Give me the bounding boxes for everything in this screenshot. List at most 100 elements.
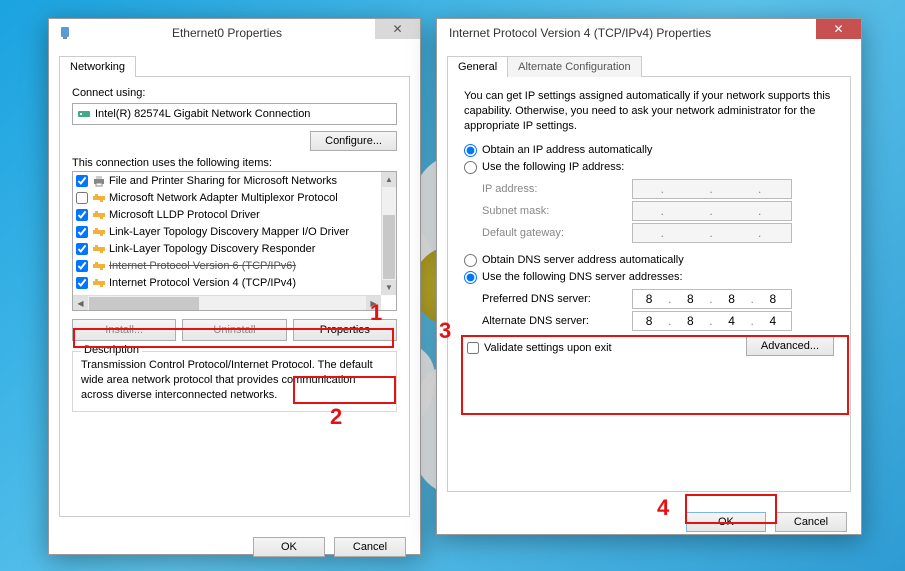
list-item-label: Microsoft Network Adapter Multiplexor Pr… — [109, 192, 338, 204]
list-item-checkbox[interactable] — [76, 260, 88, 272]
alternate-dns-input[interactable]: 8. 8. 4. 4 — [632, 311, 792, 331]
configure-button[interactable]: Configure... — [310, 131, 397, 151]
properties-button[interactable]: Properties — [293, 319, 397, 341]
tab-networking[interactable]: Networking — [59, 56, 136, 77]
list-item-label: File and Printer Sharing for Microsoft N… — [109, 175, 337, 187]
scroll-thumb-h[interactable] — [89, 297, 199, 310]
scroll-thumb[interactable] — [383, 215, 395, 279]
dns-octet: 4 — [728, 314, 737, 328]
advanced-button[interactable]: Advanced... — [746, 336, 834, 356]
ethernet-properties-dialog: Ethernet0 Properties ✕ Networking Connec… — [48, 18, 421, 555]
adapter-name: Intel(R) 82574L Gigabit Network Connecti… — [95, 108, 310, 120]
window-title: Ethernet0 Properties — [79, 26, 375, 40]
horizontal-scrollbar[interactable]: ◀ ▶ — [73, 295, 381, 310]
items-label: This connection uses the following items… — [72, 157, 397, 169]
ip-address-label: IP address: — [482, 183, 632, 195]
scroll-up-icon[interactable]: ▲ — [382, 172, 396, 187]
list-item-checkbox[interactable] — [76, 226, 88, 238]
tab-page-general: You can get IP settings assigned automat… — [447, 77, 851, 492]
list-item[interactable]: Microsoft Network Adapter Multiplexor Pr… — [73, 189, 381, 206]
ok-button[interactable]: OK — [686, 512, 766, 532]
list-item-checkbox[interactable] — [76, 175, 88, 187]
subnet-mask-label: Subnet mask: — [482, 205, 632, 217]
proto-icon — [92, 225, 106, 239]
radio-ip-manual[interactable]: Use the following IP address: — [464, 161, 834, 174]
radio-dns-auto[interactable]: Obtain DNS server address automatically — [464, 254, 834, 267]
proto-icon — [92, 191, 106, 205]
ipv4-properties-dialog: Internet Protocol Version 4 (TCP/IPv4) P… — [436, 18, 862, 535]
proto-icon — [92, 259, 106, 273]
dns-octet: 8 — [646, 314, 655, 328]
dns-octet: 8 — [646, 292, 655, 306]
alternate-dns-label: Alternate DNS server: — [482, 315, 632, 327]
description-text: Transmission Control Protocol/Internet P… — [81, 358, 388, 403]
validate-checkbox[interactable] — [467, 342, 479, 354]
radio-dns-manual-label: Use the following DNS server addresses: — [482, 271, 683, 283]
scroll-right-icon[interactable]: ▶ — [366, 296, 381, 311]
scroll-down-icon[interactable]: ▼ — [382, 280, 396, 295]
dns-octet: 8 — [687, 314, 696, 328]
list-item[interactable]: Internet Protocol Version 6 (TCP/IPv6) — [73, 257, 381, 274]
list-item-checkbox[interactable] — [76, 209, 88, 221]
titlebar[interactable]: Ethernet0 Properties ✕ — [49, 19, 420, 47]
dns-octet: 8 — [769, 292, 778, 306]
preferred-dns-input[interactable]: 8. 8. 8. 8 — [632, 289, 792, 309]
list-item-checkbox[interactable] — [76, 192, 88, 204]
adapter-icon — [57, 25, 73, 41]
dns-octet: 4 — [769, 314, 778, 328]
list-item-label: Link-Layer Topology Discovery Mapper I/O… — [109, 226, 349, 238]
default-gateway-input: ... — [632, 223, 792, 243]
radio-ip-auto-input[interactable] — [464, 144, 477, 157]
list-item-label: Link-Layer Topology Discovery Responder — [109, 243, 315, 255]
radio-dns-manual-input[interactable] — [464, 271, 477, 284]
list-item-label: Microsoft LLDP Protocol Driver — [109, 209, 260, 221]
close-button[interactable]: ✕ — [816, 19, 861, 39]
proto-icon — [92, 242, 106, 256]
components-listbox[interactable]: File and Printer Sharing for Microsoft N… — [72, 171, 397, 311]
list-item[interactable]: Link-Layer Topology Discovery Responder — [73, 240, 381, 257]
ip-address-input: ... — [632, 179, 792, 199]
ok-button[interactable]: OK — [253, 537, 325, 557]
scroll-left-icon[interactable]: ◀ — [73, 296, 88, 311]
proto-icon — [92, 208, 106, 222]
close-button[interactable]: ✕ — [375, 19, 420, 39]
dns-octet: 8 — [687, 292, 696, 306]
radio-ip-auto-label: Obtain an IP address automatically — [482, 144, 652, 156]
list-item-label: Internet Protocol Version 4 (TCP/IPv4) — [109, 277, 296, 289]
list-item-label: Internet Protocol Version 6 (TCP/IPv6) — [109, 260, 296, 272]
tab-general[interactable]: General — [447, 56, 508, 77]
titlebar[interactable]: Internet Protocol Version 4 (TCP/IPv4) P… — [437, 19, 861, 47]
radio-dns-auto-label: Obtain DNS server address automatically — [482, 254, 684, 266]
preferred-dns-label: Preferred DNS server: — [482, 293, 632, 305]
install-button[interactable]: Install... — [72, 319, 176, 341]
list-item[interactable]: File and Printer Sharing for Microsoft N… — [73, 172, 381, 189]
info-text: You can get IP settings assigned automat… — [464, 89, 834, 134]
radio-dns-auto-input[interactable] — [464, 254, 477, 267]
connect-using-label: Connect using: — [72, 87, 397, 99]
radio-dns-manual[interactable]: Use the following DNS server addresses: — [464, 271, 834, 284]
list-item-checkbox[interactable] — [76, 243, 88, 255]
description-label: Description — [81, 344, 142, 356]
vertical-scrollbar[interactable]: ▲ ▼ — [381, 172, 396, 295]
cancel-button[interactable]: Cancel — [775, 512, 847, 532]
list-item-checkbox[interactable] — [76, 277, 88, 289]
printer-icon — [92, 174, 106, 188]
tabstrip: General Alternate Configuration — [447, 55, 851, 77]
adapter-combo[interactable]: Intel(R) 82574L Gigabit Network Connecti… — [72, 103, 397, 125]
uninstall-button[interactable]: Uninstall — [182, 319, 286, 341]
subnet-mask-input: ... — [632, 201, 792, 221]
list-item[interactable]: Microsoft LLDP Protocol Driver — [73, 206, 381, 223]
radio-ip-manual-input[interactable] — [464, 161, 477, 174]
proto-icon — [92, 276, 106, 290]
cancel-button[interactable]: Cancel — [334, 537, 406, 557]
validate-label: Validate settings upon exit — [484, 342, 612, 354]
list-item[interactable]: Link-Layer Topology Discovery Mapper I/O… — [73, 223, 381, 240]
tab-page-networking: Connect using: Intel(R) 82574L Gigabit N… — [59, 77, 410, 517]
radio-ip-manual-label: Use the following IP address: — [482, 161, 624, 173]
tab-alternate-configuration[interactable]: Alternate Configuration — [507, 56, 642, 77]
radio-ip-auto[interactable]: Obtain an IP address automatically — [464, 144, 834, 157]
list-item[interactable]: Internet Protocol Version 4 (TCP/IPv4) — [73, 274, 381, 291]
nic-icon — [77, 107, 91, 121]
default-gateway-label: Default gateway: — [482, 227, 632, 239]
dns-octet: 8 — [728, 292, 737, 306]
